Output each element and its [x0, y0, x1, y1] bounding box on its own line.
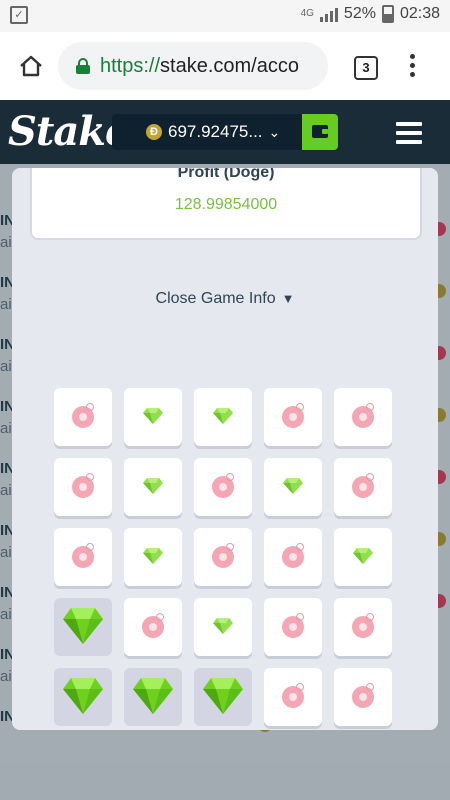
clock: 02:38: [399, 5, 440, 22]
gem-icon: [353, 548, 373, 564]
status-bar: ✓ 4G 52% 02:38: [0, 0, 450, 32]
board-tile[interactable]: [334, 388, 392, 446]
profit-value: 128.99854000: [174, 196, 278, 213]
mine-icon: [212, 543, 234, 568]
board-tile[interactable]: [194, 598, 252, 656]
game-info-modal: Profit (Doge) 128.99854000 Close Game In…: [12, 168, 438, 730]
mine-icon: [352, 473, 374, 498]
mine-icon: [282, 613, 304, 638]
more-options-icon[interactable]: [410, 54, 416, 81]
board-tile[interactable]: [54, 388, 112, 446]
board-tile[interactable]: [124, 458, 182, 516]
board-tile[interactable]: [124, 388, 182, 446]
status-icons: 4G 52% 02:38: [301, 5, 440, 23]
board-tile[interactable]: [264, 668, 322, 726]
signal-icon: [319, 6, 338, 22]
tab-switcher-button[interactable]: 3: [354, 56, 378, 80]
gem-icon: [143, 478, 163, 494]
balance-amount: 697.92475...: [168, 122, 263, 141]
mine-icon: [72, 473, 94, 498]
board-tile[interactable]: [124, 668, 182, 726]
wallet-button[interactable]: [302, 114, 338, 150]
mine-icon: [212, 473, 234, 498]
gem-icon: [63, 678, 103, 714]
gem-icon: [133, 678, 173, 714]
close-game-info-label: Close Game Info: [155, 290, 276, 307]
mine-icon: [352, 613, 374, 638]
board-tile[interactable]: [54, 528, 112, 586]
board-tile[interactable]: [194, 668, 252, 726]
mine-icon: [282, 403, 304, 428]
mine-icon: [72, 403, 94, 428]
checkbox-notification-icon: ✓: [10, 6, 28, 24]
board-tile[interactable]: [334, 528, 392, 586]
mine-icon: [282, 683, 304, 708]
board-tile[interactable]: [54, 458, 112, 516]
site-header: Stake Ð 697.92475... ⌄: [0, 100, 450, 164]
address-bar[interactable]: https://stake.com/acco: [58, 42, 328, 90]
board-tile[interactable]: [54, 668, 112, 726]
close-game-info-button[interactable]: Close Game Info ▼: [12, 290, 438, 308]
mine-icon: [282, 543, 304, 568]
home-icon[interactable]: [18, 54, 44, 78]
browser-toolbar: https://stake.com/acco 3: [0, 32, 450, 101]
mine-icon: [352, 403, 374, 428]
profit-card: Profit (Doge) 128.99854000: [30, 168, 422, 240]
gem-icon: [283, 478, 303, 494]
board-tile[interactable]: [194, 388, 252, 446]
mine-icon: [352, 683, 374, 708]
mine-icon: [142, 613, 164, 638]
gem-icon: [213, 408, 233, 424]
gem-icon: [203, 678, 243, 714]
board-tile[interactable]: [334, 668, 392, 726]
board-tile[interactable]: [124, 598, 182, 656]
board-tile[interactable]: [264, 598, 322, 656]
board-tile[interactable]: [194, 458, 252, 516]
mine-icon: [72, 543, 94, 568]
balance-selector[interactable]: Ð 697.92475... ⌄: [112, 114, 302, 150]
menu-icon[interactable]: [396, 122, 422, 149]
board-tile[interactable]: [124, 528, 182, 586]
board-tile[interactable]: [264, 458, 322, 516]
doge-coin-icon: Ð: [146, 124, 162, 140]
gem-icon: [143, 408, 163, 424]
board-tile[interactable]: [334, 458, 392, 516]
gem-icon: [143, 548, 163, 564]
battery-percent: 52%: [343, 5, 376, 22]
board-tile[interactable]: [54, 598, 112, 656]
board-tile[interactable]: [264, 528, 322, 586]
gem-icon: [213, 618, 233, 634]
board-tile[interactable]: [264, 388, 322, 446]
board-tile[interactable]: [334, 598, 392, 656]
profit-title: Profit (Doge): [177, 168, 275, 181]
chevron-down-icon: ⌄: [268, 123, 281, 140]
board-tile[interactable]: [194, 528, 252, 586]
battery-icon: [381, 5, 394, 23]
url-text[interactable]: https://stake.com/acco: [100, 55, 320, 78]
network-type: 4G: [300, 8, 314, 19]
lock-icon: [76, 58, 90, 74]
gem-icon: [63, 608, 103, 644]
chevron-down-icon: ▼: [281, 291, 295, 306]
